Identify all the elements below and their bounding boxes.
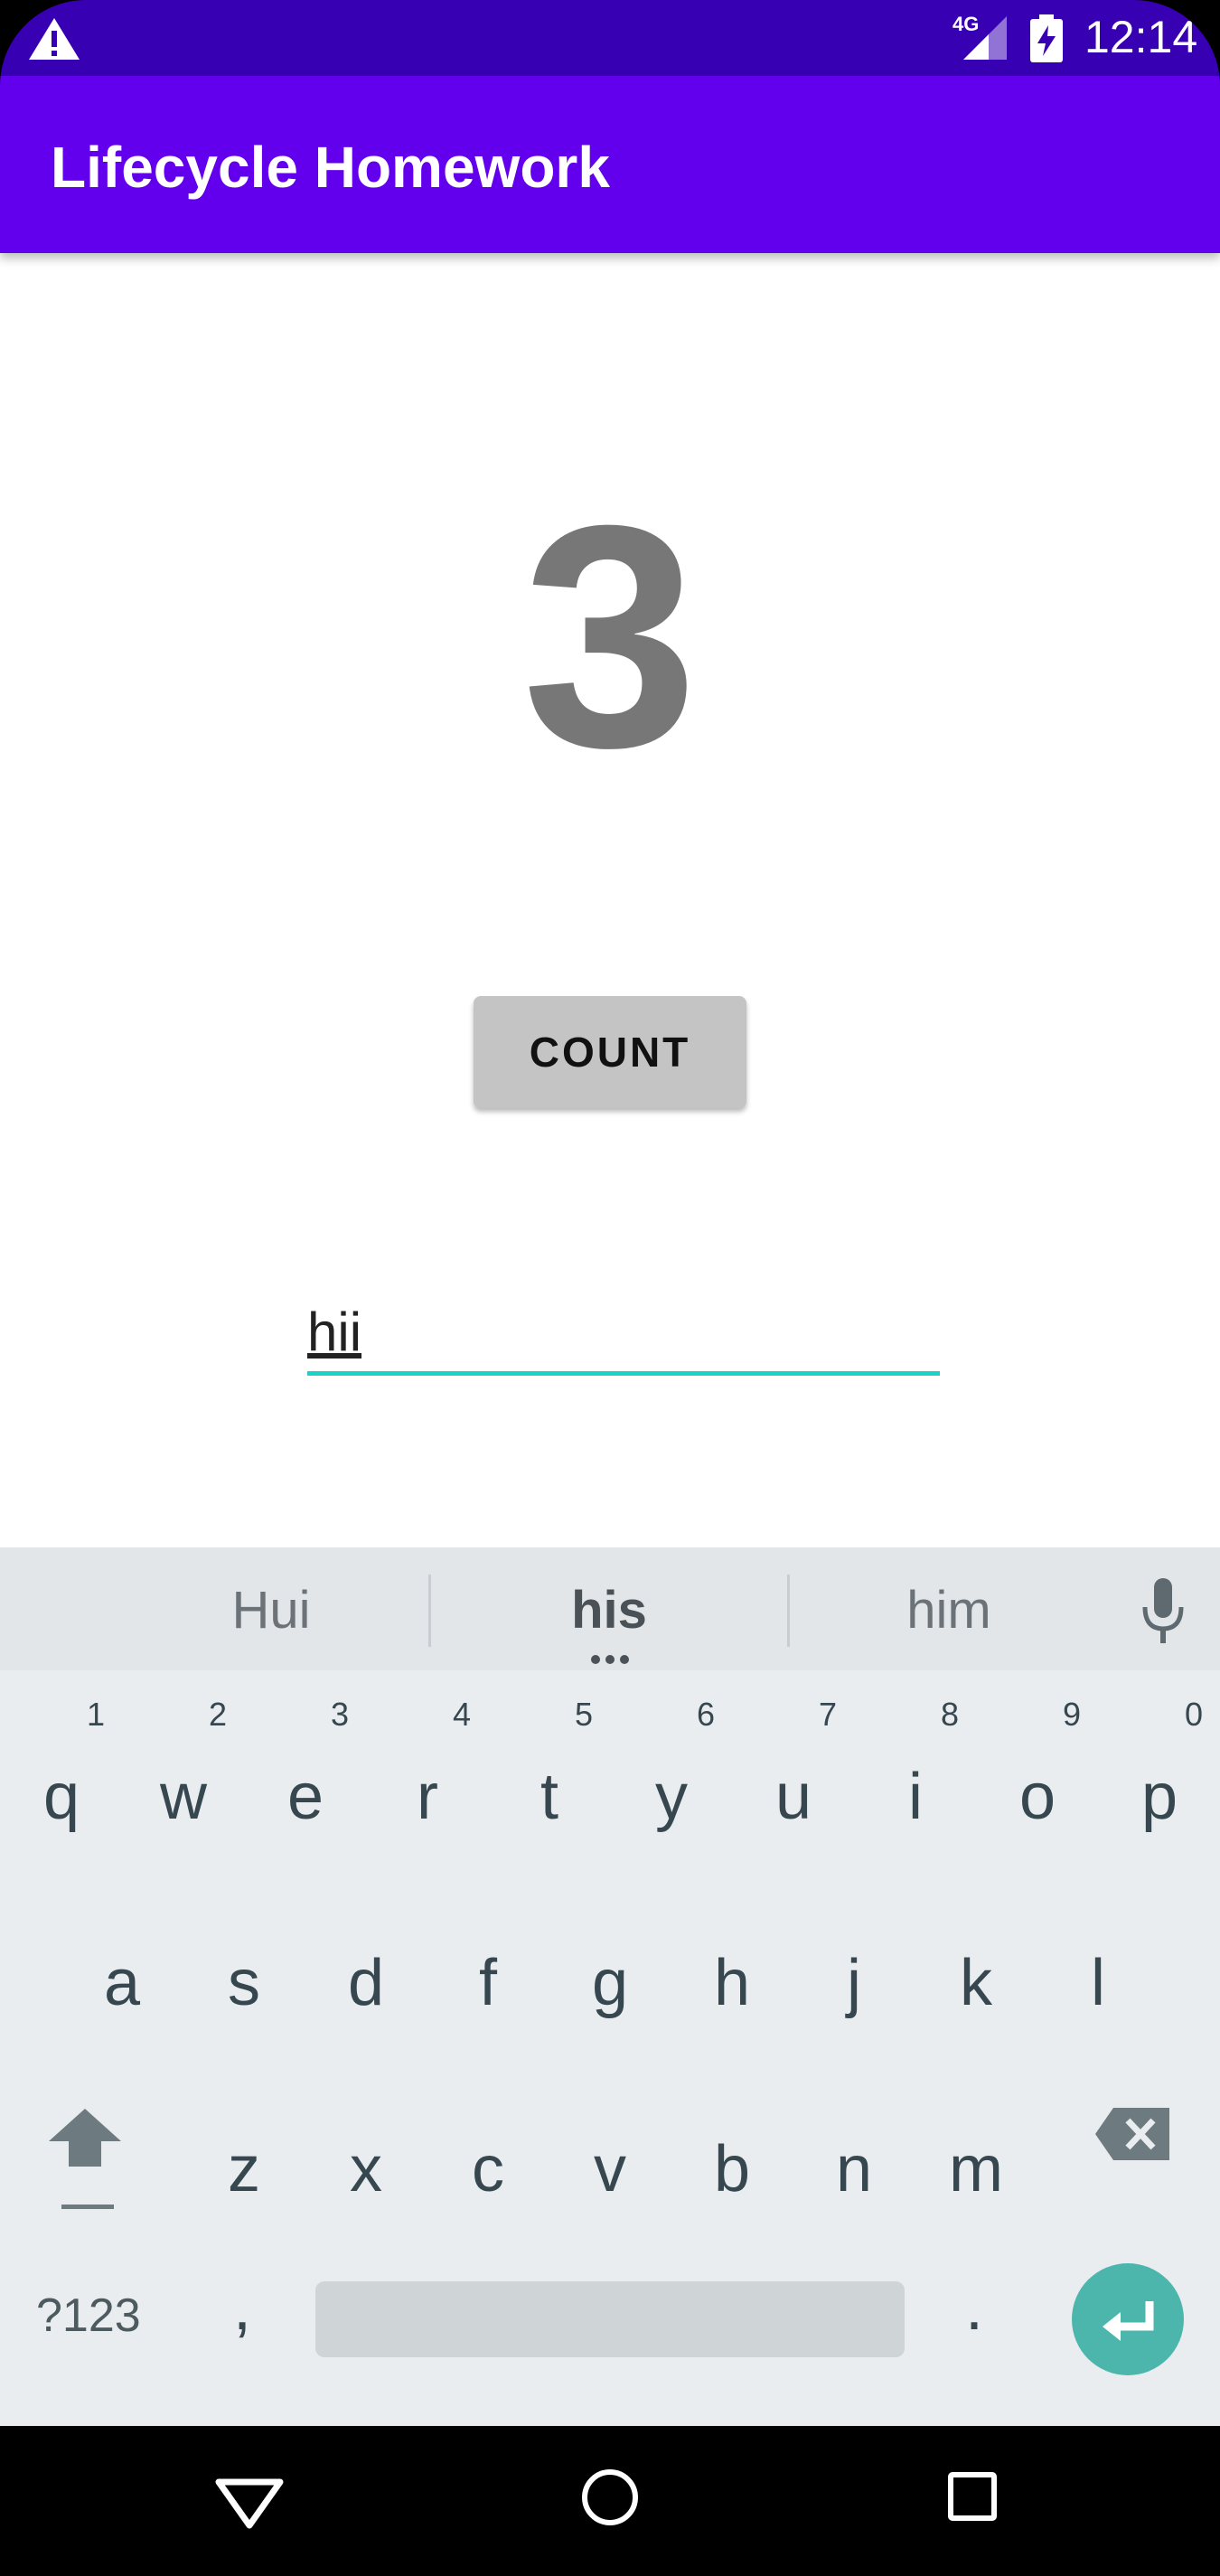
suggestion-item[interactable]: Hui <box>181 1580 361 1641</box>
battery-charging-icon <box>1030 14 1063 62</box>
key-c[interactable]: c <box>434 2137 542 2202</box>
key-e[interactable]: e <box>251 1764 360 1829</box>
main-content: 3 COUNT <box>0 253 1220 1547</box>
suggestion-item[interactable]: him <box>859 1580 1039 1641</box>
suggestion-item-selected[interactable]: his <box>519 1580 699 1641</box>
navigation-bar <box>0 2426 1220 2576</box>
key-l[interactable]: l <box>1044 1951 1152 2016</box>
suggestion-divider <box>428 1575 431 1647</box>
backspace-key-icon[interactable] <box>1095 2106 1171 2162</box>
key-s[interactable]: s <box>190 1951 298 2016</box>
key-v[interactable]: v <box>556 2137 664 2202</box>
shift-key-icon[interactable] <box>49 2105 121 2214</box>
key-hint-number: 9 <box>1063 1696 1082 1733</box>
key-g[interactable]: g <box>556 1951 664 2016</box>
suggestion-bar: Hui his him <box>0 1547 1220 1670</box>
key-n[interactable]: n <box>800 2137 908 2202</box>
key-hint-number: 5 <box>575 1696 594 1733</box>
back-triangle-icon[interactable] <box>213 2477 286 2531</box>
key-hint-number: 2 <box>209 1696 228 1733</box>
microphone-icon[interactable] <box>1140 1578 1186 1645</box>
status-bar: 4G 12:14 <box>0 0 1220 76</box>
period-key[interactable]: . <box>965 2270 983 2345</box>
key-b[interactable]: b <box>678 2137 786 2202</box>
key-y[interactable]: y <box>617 1764 726 1829</box>
status-clock: 12:14 <box>1084 12 1198 62</box>
key-m[interactable]: m <box>922 2137 1030 2202</box>
more-suggestions-icon <box>591 1655 629 1664</box>
soft-keyboard: Hui his him q 1w 2e 3r 4t 5y 6u 7i 8o 9p 0 asdfghj… <box>0 1547 1220 2426</box>
suggestion-divider <box>787 1575 790 1647</box>
warning-icon <box>29 18 80 60</box>
key-hint-number: 6 <box>697 1696 716 1733</box>
key-d[interactable]: d <box>312 1951 420 2016</box>
key-w[interactable]: w <box>129 1764 238 1829</box>
home-circle-icon[interactable] <box>580 2468 640 2527</box>
key-hint-number: 3 <box>331 1696 350 1733</box>
counter-value: 3 <box>521 460 699 813</box>
enter-key[interactable] <box>1072 2263 1184 2375</box>
key-hint-number: 7 <box>819 1696 838 1733</box>
text-input[interactable] <box>307 1293 940 1376</box>
key-q[interactable]: q <box>7 1764 116 1829</box>
signal-icon <box>963 16 1007 60</box>
key-t[interactable]: t <box>495 1764 604 1829</box>
key-hint-number: 0 <box>1185 1696 1204 1733</box>
comma-key[interactable]: , <box>233 2270 251 2345</box>
key-o[interactable]: o <box>983 1764 1092 1829</box>
key-p[interactable]: p <box>1105 1764 1214 1829</box>
count-button[interactable]: COUNT <box>474 996 746 1108</box>
key-hint-number: 1 <box>87 1696 106 1733</box>
space-key[interactable] <box>315 2281 905 2357</box>
app-bar: Lifecycle Homework <box>0 76 1220 253</box>
key-j[interactable]: j <box>800 1951 908 2016</box>
key-r[interactable]: r <box>373 1764 482 1829</box>
recents-square-icon[interactable] <box>947 2471 998 2522</box>
app-title: Lifecycle Homework <box>51 135 610 200</box>
key-u[interactable]: u <box>739 1764 848 1829</box>
enter-arrow-icon <box>1103 2301 1154 2341</box>
key-x[interactable]: x <box>312 2137 420 2202</box>
key-i[interactable]: i <box>861 1764 970 1829</box>
key-f[interactable]: f <box>434 1951 542 2016</box>
symbols-key[interactable]: ?123 <box>36 2289 141 2343</box>
key-hint-number: 8 <box>941 1696 960 1733</box>
key-k[interactable]: k <box>922 1951 1030 2016</box>
phone-screen: 4G 12:14 Lifecycle Homework 3 COUNT Hui … <box>0 0 1220 2576</box>
key-h[interactable]: h <box>678 1951 786 2016</box>
key-z[interactable]: z <box>190 2137 298 2202</box>
key-hint-number: 4 <box>453 1696 472 1733</box>
key-a[interactable]: a <box>68 1951 176 2016</box>
